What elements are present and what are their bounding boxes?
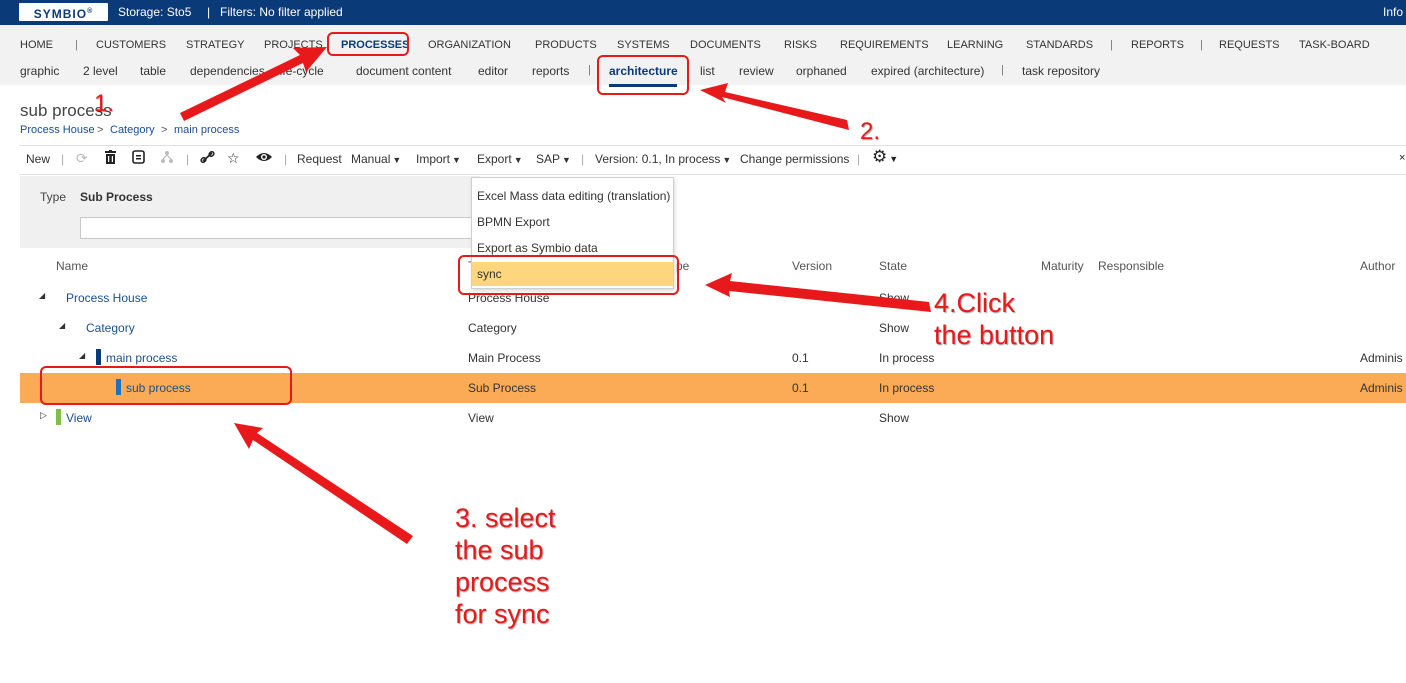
arrow-1 <box>180 47 327 121</box>
annotation-step-1: 1. <box>94 90 115 117</box>
annotation-step-3: 3. select the sub process for sync <box>455 502 556 630</box>
annotation-step-4: 4.Click the button <box>934 287 1054 351</box>
annotation-step-3-line: the sub <box>455 535 544 565</box>
annotation-step-2: 2. <box>860 118 881 145</box>
annotation-step-3-line: process <box>455 567 550 597</box>
arrow-3 <box>234 423 413 544</box>
annotation-step-3-line: 3. select <box>455 503 556 533</box>
arrow-4 <box>705 273 931 312</box>
arrow-2 <box>700 83 849 130</box>
annotation-step-3-line: for sync <box>455 599 550 629</box>
annotation-step-4-line: 4.Click <box>934 288 1016 318</box>
annotation-arrows <box>180 47 931 544</box>
annotation-step-4-line: the button <box>934 320 1055 350</box>
